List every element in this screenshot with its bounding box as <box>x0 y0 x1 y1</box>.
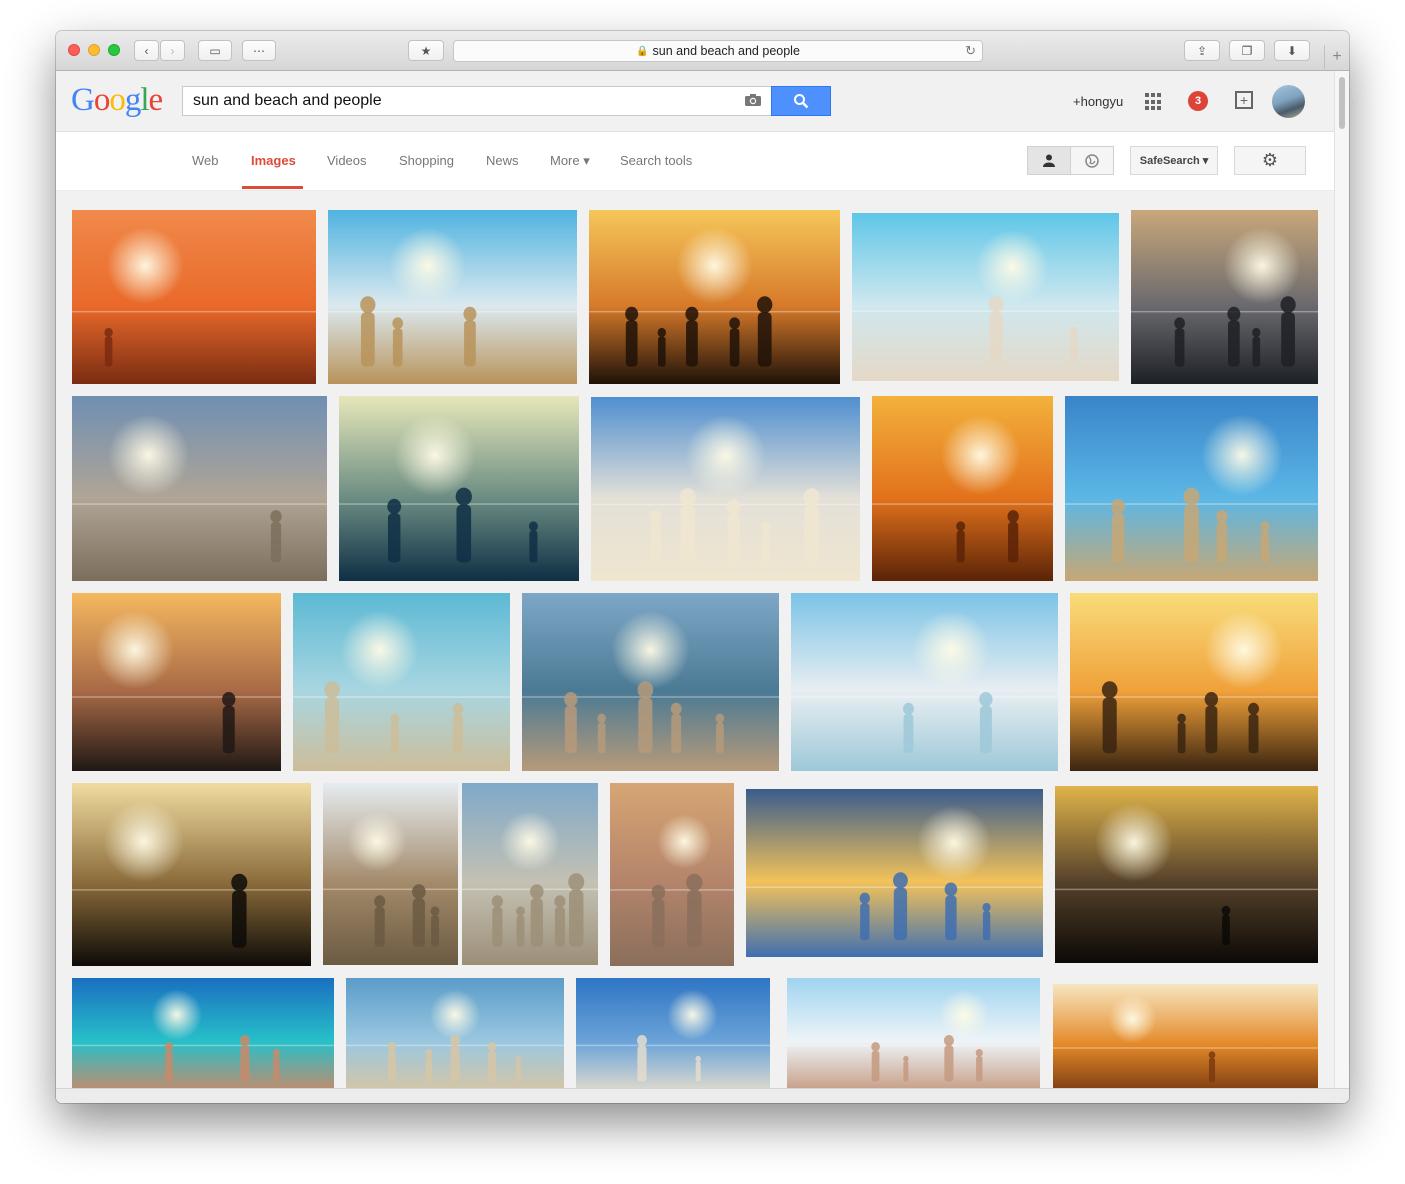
safesearch-dropdown[interactable]: SafeSearch ▾ <box>1130 146 1218 175</box>
globe-icon[interactable] <box>1071 147 1113 174</box>
forward-icon: › <box>170 43 175 58</box>
notification-badge[interactable]: 3 <box>1188 91 1208 111</box>
share-icon: ⇪ <box>1196 43 1208 58</box>
image-result-sunscreen-shoulder[interactable] <box>72 978 334 1088</box>
image-result-beach-towels[interactable] <box>462 783 598 965</box>
image-result-sunset-waves[interactable] <box>72 593 281 771</box>
image-result-friends-walking[interactable] <box>852 213 1119 381</box>
image-result-rio-beach[interactable] <box>610 783 734 966</box>
new-tab-button[interactable]: + <box>1324 45 1349 69</box>
search-icon <box>794 94 809 109</box>
search-button[interactable] <box>771 86 831 116</box>
tab-videos[interactable]: Videos <box>327 153 367 168</box>
person-icon[interactable] <box>1028 147 1071 174</box>
tabs-overview-button[interactable]: ❐ <box>1229 40 1265 61</box>
image-result-sunset-leap[interactable] <box>746 789 1043 957</box>
address-text: sun and beach and people <box>652 44 800 58</box>
top-sites-button[interactable]: ⋯ <box>242 40 276 61</box>
google-header: Google sun and beach and people +hongyu … <box>56 71 1334 132</box>
grid-icon: ⋯ <box>253 43 265 58</box>
logo-letter: g <box>124 82 141 118</box>
plus-icon: + <box>1332 48 1342 65</box>
download-icon: ⬇ <box>1286 43 1298 58</box>
logo-letter: G <box>71 82 95 118</box>
image-result-women-umbrella[interactable] <box>791 593 1058 771</box>
scrollbar-thumb[interactable] <box>1339 77 1345 129</box>
image-result-man-sunburst[interactable] <box>72 783 311 966</box>
zoom-window-button[interactable] <box>108 44 120 56</box>
logo-letter: o <box>93 82 110 118</box>
downloads-button[interactable]: ⬇ <box>1274 40 1310 61</box>
star-icon: ★ <box>420 43 432 58</box>
minimize-window-button[interactable] <box>88 44 100 56</box>
user-link[interactable]: +hongyu <box>1073 94 1123 109</box>
vertical-scrollbar[interactable] <box>1334 71 1349 1088</box>
tab-web[interactable]: Web <box>192 153 219 168</box>
avatar[interactable] <box>1272 85 1305 118</box>
search-input[interactable]: sun and beach and people <box>182 86 772 116</box>
back-icon: ‹ <box>144 43 149 58</box>
image-result-sunset-runners[interactable] <box>72 210 316 384</box>
image-result-orange-sunset[interactable] <box>872 396 1053 581</box>
logo-letter: o <box>109 82 125 118</box>
logo-letter: l <box>140 82 149 118</box>
image-result-party-silhouettes[interactable] <box>1055 786 1318 963</box>
search-tools-button[interactable]: Search tools <box>620 153 692 168</box>
image-result-beach-scarf[interactable] <box>328 210 577 384</box>
window-bottom-bar <box>56 1088 1349 1103</box>
image-result-hazy-sun-sea[interactable] <box>339 396 579 581</box>
camera-icon[interactable] <box>744 93 762 111</box>
image-result-jump-silhouette[interactable] <box>1131 210 1318 384</box>
image-result-dancing-silhouette[interactable] <box>1070 593 1318 771</box>
image-result-golden-figures[interactable] <box>293 593 510 771</box>
close-window-button[interactable] <box>68 44 80 56</box>
lock-icon: 🔒 <box>636 45 649 57</box>
gear-icon[interactable]: ⚙ <box>1234 146 1306 175</box>
back-button[interactable]: ‹ <box>134 40 159 61</box>
share-plus-icon[interactable]: + <box>1235 91 1253 109</box>
tab-more[interactable]: More ▾ <box>550 153 590 169</box>
forward-button[interactable]: › <box>160 40 185 61</box>
search-nav-bar: Web Images Videos Shopping News More ▾ S… <box>56 132 1334 191</box>
address-bar[interactable]: 🔒 sun and beach and people ↻ <box>453 40 983 62</box>
image-result-palm-tree[interactable] <box>576 978 770 1088</box>
browser-window: ‹ › ▭ ⋯ ★ 🔒 sun and beach and people ↻ ⇪… <box>56 31 1349 1103</box>
image-result-sunhat[interactable] <box>346 978 564 1088</box>
reload-icon[interactable]: ↻ <box>965 43 976 59</box>
image-results-grid <box>56 191 1334 1088</box>
reader-button[interactable]: ★ <box>408 40 444 61</box>
share-button[interactable]: ⇪ <box>1184 40 1220 61</box>
tab-news[interactable]: News <box>486 153 519 168</box>
google-logo[interactable]: Google <box>71 82 164 118</box>
tabs-icon: ❐ <box>1241 43 1253 58</box>
image-result-sunset-island[interactable] <box>589 210 840 384</box>
tab-images[interactable]: Images <box>251 153 296 168</box>
image-result-woman-rocks[interactable] <box>323 783 458 965</box>
image-result-couple-umbrella[interactable] <box>591 397 860 581</box>
browser-toolbar: ‹ › ▭ ⋯ ★ 🔒 sun and beach and people ↻ ⇪… <box>56 31 1349 71</box>
tab-shopping[interactable]: Shopping <box>399 153 454 168</box>
sidebar-icon: ▭ <box>209 43 221 58</box>
image-result-crowded-beach[interactable] <box>72 396 327 581</box>
personal-results-toggle <box>1027 146 1114 175</box>
active-tab-indicator <box>242 186 303 189</box>
image-result-party-jump[interactable] <box>1053 984 1318 1088</box>
sidebar-button[interactable]: ▭ <box>198 40 232 61</box>
apps-grid-icon[interactable] <box>1145 93 1163 111</box>
logo-letter: e <box>148 82 164 118</box>
image-result-busy-shore[interactable] <box>522 593 779 771</box>
image-result-friends-selfie[interactable] <box>787 978 1040 1088</box>
image-result-yellow-umbrella[interactable] <box>1065 396 1318 581</box>
